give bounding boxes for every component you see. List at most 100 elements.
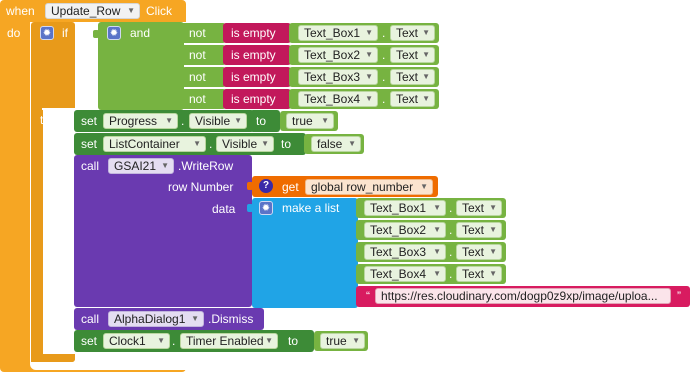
url-text-field[interactable]: https://res.cloudinary.com/dogp0z9xp/ima… — [375, 288, 671, 304]
chevron-down-icon: ▼ — [161, 161, 169, 170]
true-dropdown[interactable]: true ▼ — [320, 333, 365, 349]
property-dropdown[interactable]: Text ▼ — [456, 222, 502, 238]
chevron-down-icon: ▼ — [365, 72, 373, 81]
dot-separator: . — [449, 201, 453, 215]
component-dropdown[interactable]: Text_Box2 ▼ — [364, 222, 446, 238]
property-value: Text — [396, 92, 419, 106]
chevron-down-icon: ▼ — [489, 247, 497, 256]
then-label: then — [40, 113, 64, 127]
not-label: not — [189, 48, 206, 62]
set-label: set — [81, 334, 98, 348]
component-dropdown[interactable]: Text_Box4 ▼ — [364, 266, 446, 282]
boolean-value: true — [292, 114, 313, 128]
dot-separator: . — [382, 92, 386, 106]
property-dropdown[interactable]: Visible ▼ — [189, 113, 247, 129]
property-dropdown[interactable]: Text ▼ — [390, 91, 435, 107]
chevron-down-icon: ▼ — [433, 269, 441, 278]
property-dropdown[interactable]: Text ▼ — [456, 244, 502, 260]
property-dropdown[interactable]: Visible ▼ — [216, 136, 274, 152]
component-value: Text_Box3 — [304, 70, 361, 84]
component-dropdown[interactable]: GSAI21 ▼ — [108, 158, 174, 174]
property-value: Visible — [222, 137, 258, 151]
property-value: Text — [396, 26, 419, 40]
chevron-down-icon: ▼ — [261, 139, 269, 148]
gear-icon[interactable]: ✹ — [40, 26, 54, 40]
component-dropdown[interactable]: Progress ▼ — [103, 113, 178, 129]
set-label: set — [81, 114, 98, 128]
open-quote: “ — [366, 289, 370, 303]
chevron-down-icon: ▼ — [422, 94, 430, 103]
chevron-down-icon: ▼ — [422, 72, 430, 81]
call-writerow-block[interactable] — [74, 155, 252, 307]
dot-separator: . — [172, 334, 176, 348]
component-value: Text_Box4 — [304, 92, 361, 106]
row-number-label: row Number — [168, 180, 234, 194]
component-value: Text_Box2 — [304, 48, 361, 62]
chevron-down-icon: ▼ — [157, 336, 165, 345]
property-dropdown[interactable]: Text ▼ — [390, 47, 435, 63]
true-dropdown[interactable]: true ▼ — [286, 113, 334, 129]
close-quote: ” — [677, 289, 681, 303]
do-label: do — [7, 26, 21, 40]
if-label: if — [62, 26, 68, 40]
and-label: and — [130, 26, 151, 40]
variable-value: global row_number — [311, 180, 414, 194]
chevron-down-icon: ▼ — [420, 182, 428, 191]
dot-separator: . — [449, 245, 453, 259]
property-dropdown[interactable]: Text ▼ — [456, 200, 502, 216]
gear-icon[interactable]: ✹ — [107, 26, 121, 40]
dot-separator: . — [181, 114, 185, 128]
event-component-value: Update_Row — [51, 4, 121, 18]
method-label: .Dismiss — [208, 312, 254, 326]
to-label: to — [288, 334, 299, 348]
event-name-label: Click — [146, 4, 172, 18]
help-icon[interactable]: ? — [259, 179, 273, 193]
property-value: Text — [396, 70, 419, 84]
component-dropdown[interactable]: Clock1 ▼ — [103, 333, 170, 349]
chevron-down-icon: ▼ — [365, 28, 373, 37]
false-dropdown[interactable]: false ▼ — [311, 136, 361, 152]
dot-separator: . — [382, 26, 386, 40]
component-dropdown[interactable]: ListContainer ▼ — [103, 136, 206, 152]
chevron-down-icon: ▼ — [433, 203, 441, 212]
property-value: Text — [462, 223, 485, 237]
chevron-down-icon: ▼ — [348, 139, 356, 148]
boolean-value: false — [317, 137, 343, 151]
chevron-down-icon: ▼ — [193, 139, 201, 148]
component-value: ListContainer — [109, 137, 180, 151]
component-dropdown[interactable]: Text_Box4 ▼ — [298, 91, 378, 107]
component-dropdown[interactable]: Text_Box1 ▼ — [364, 200, 446, 216]
property-value: Text — [396, 48, 419, 62]
chevron-down-icon: ▼ — [352, 336, 360, 345]
boolean-value: true — [326, 334, 347, 348]
component-dropdown[interactable]: Text_Box2 ▼ — [298, 47, 378, 63]
component-value: Clock1 — [109, 334, 146, 348]
property-dropdown[interactable]: Timer Enabled ▼ — [180, 333, 278, 349]
chevron-down-icon: ▼ — [433, 247, 441, 256]
dot-separator: . — [382, 48, 386, 62]
chevron-down-icon: ▼ — [321, 116, 329, 125]
gear-icon[interactable]: ✹ — [259, 201, 273, 215]
chevron-down-icon: ▼ — [265, 336, 273, 345]
chevron-down-icon: ▼ — [489, 225, 497, 234]
call-label: call — [81, 159, 100, 173]
component-dropdown[interactable]: Text_Box3 ▼ — [364, 244, 446, 260]
property-dropdown[interactable]: Text ▼ — [390, 25, 435, 41]
chevron-down-icon: ▼ — [165, 116, 173, 125]
component-dropdown[interactable]: AlphaDialog1 ▼ — [108, 311, 204, 327]
component-dropdown[interactable]: Text_Box1 ▼ — [298, 25, 378, 41]
property-dropdown[interactable]: Text ▼ — [456, 266, 502, 282]
component-value: Text_Box4 — [370, 267, 427, 281]
call-label: call — [81, 312, 100, 326]
property-dropdown[interactable]: Text ▼ — [390, 69, 435, 85]
is-empty-label: is empty — [231, 26, 276, 40]
property-value: Timer Enabled — [186, 334, 264, 348]
component-dropdown[interactable]: Text_Box3 ▼ — [298, 69, 378, 85]
chevron-down-icon: ▼ — [365, 50, 373, 59]
event-component-dropdown[interactable]: Update_Row ▼ — [45, 3, 140, 19]
when-label: when — [6, 4, 35, 18]
variable-dropdown[interactable]: global row_number ▼ — [305, 179, 433, 195]
property-value: Text — [462, 201, 485, 215]
component-value: GSAI21 — [114, 159, 157, 173]
chevron-down-icon: ▼ — [127, 6, 135, 15]
